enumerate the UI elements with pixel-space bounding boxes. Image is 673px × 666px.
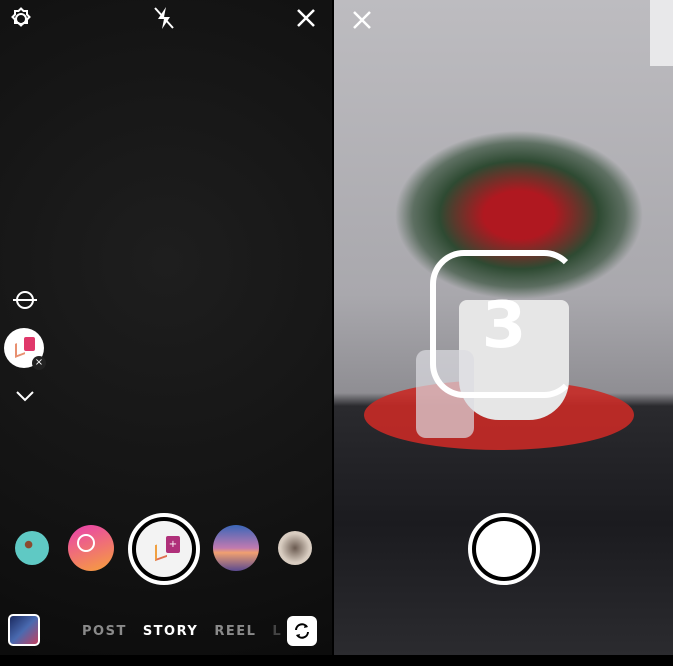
camera-left-panel: × + POST STORY REEL L: [0, 0, 332, 655]
gear-icon[interactable]: [8, 6, 34, 32]
remove-effect-icon[interactable]: ×: [32, 356, 46, 370]
effect-sunset[interactable]: [213, 525, 259, 571]
effect-cookies[interactable]: [15, 531, 49, 565]
effect-selected-layout[interactable]: +: [128, 513, 200, 585]
close-icon[interactable]: [294, 6, 318, 30]
mode-story[interactable]: STORY: [143, 624, 199, 639]
effect-smiley[interactable]: [68, 525, 114, 571]
camera-right-panel: 3: [334, 0, 673, 655]
wall-socket: [650, 0, 673, 66]
flash-off-icon[interactable]: [150, 4, 178, 32]
mode-post[interactable]: POST: [82, 624, 127, 639]
mode-selector: POST STORY REEL L: [82, 624, 282, 639]
effect-brushes[interactable]: [278, 531, 312, 565]
shutter-button[interactable]: [468, 513, 540, 585]
chevron-down-icon[interactable]: [14, 388, 36, 404]
gallery-thumbnail[interactable]: [8, 614, 40, 646]
close-icon[interactable]: [350, 8, 374, 32]
flip-camera-icon[interactable]: [287, 616, 317, 646]
mode-live[interactable]: L: [272, 624, 282, 639]
countdown-number: 3: [481, 289, 527, 363]
mode-reel[interactable]: REEL: [214, 624, 256, 639]
level-icon[interactable]: [12, 290, 38, 310]
